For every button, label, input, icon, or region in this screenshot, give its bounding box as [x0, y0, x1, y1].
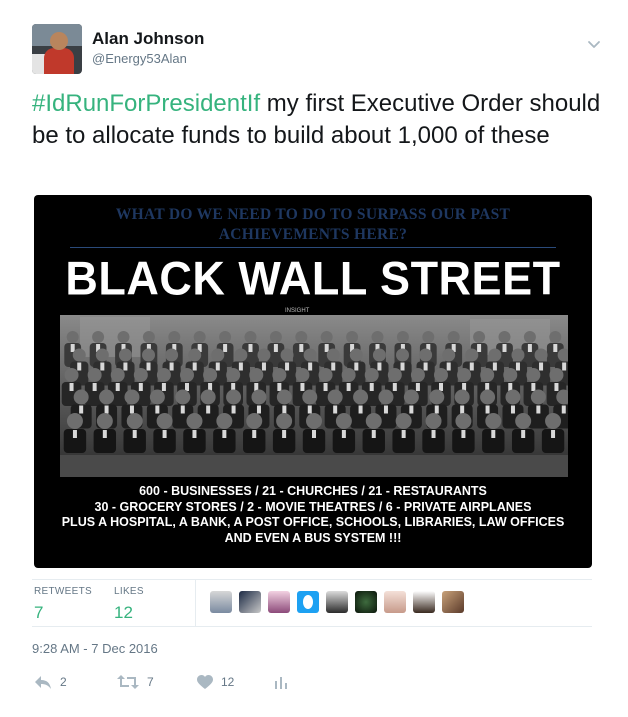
stats-divider: [195, 580, 196, 626]
liker-avatar[interactable]: [384, 591, 406, 613]
retweet-icon: [117, 674, 139, 690]
media-rule: [70, 247, 556, 248]
author-name[interactable]: Alan Johnson: [92, 29, 204, 49]
liker-avatar[interactable]: [355, 591, 377, 613]
divider: [32, 626, 592, 627]
tweet-text: #IdRunForPresidentIf my first Executive …: [32, 88, 602, 152]
media-fine-print: INSIGHT: [285, 308, 310, 314]
analytics-button[interactable]: [274, 672, 288, 692]
caret-down-icon[interactable]: [586, 36, 602, 52]
liker-avatar[interactable]: [297, 591, 319, 613]
tweet-stats: RETWEETS 7 LIKES 12: [32, 580, 592, 626]
heart-icon: [197, 674, 213, 690]
media-question: WHAT DO WE NEED TO DO TO SURPASS OUR PAS…: [115, 206, 511, 243]
tweet-timestamp[interactable]: 9:28 AM - 7 Dec 2016: [32, 641, 158, 656]
hashtag-link[interactable]: #IdRunForPresidentIf: [32, 90, 260, 117]
liker-avatar[interactable]: [326, 591, 348, 613]
media-facts: 600 - BUSINESSES / 21 - CHURCHES / 21 - …: [61, 484, 565, 545]
reply-button[interactable]: 2: [34, 672, 67, 692]
retweet-button[interactable]: 7: [117, 672, 154, 692]
media-headline: BLACK WALL STREET: [65, 251, 561, 306]
reply-icon: [34, 674, 52, 690]
liker-avatar[interactable]: [268, 591, 290, 613]
retweets-stat[interactable]: RETWEETS 7: [34, 586, 92, 623]
liker-avatar[interactable]: [210, 591, 232, 613]
analytics-icon: [274, 675, 288, 689]
tweet-header: Alan Johnson @Energy53Alan: [32, 24, 602, 74]
liker-avatar[interactable]: [442, 591, 464, 613]
tweet-actions: 2 7 12: [32, 672, 592, 692]
group-photo: [60, 315, 568, 477]
tweet-media-image[interactable]: WHAT DO WE NEED TO DO TO SURPASS OUR PAS…: [34, 195, 592, 568]
likes-stat[interactable]: LIKES 12: [114, 586, 144, 623]
liker-avatar[interactable]: [239, 591, 261, 613]
author-handle[interactable]: @Energy53Alan: [92, 51, 187, 66]
author-avatar[interactable]: [32, 24, 82, 74]
like-button[interactable]: 12: [197, 672, 234, 692]
liker-avatar[interactable]: [413, 591, 435, 613]
